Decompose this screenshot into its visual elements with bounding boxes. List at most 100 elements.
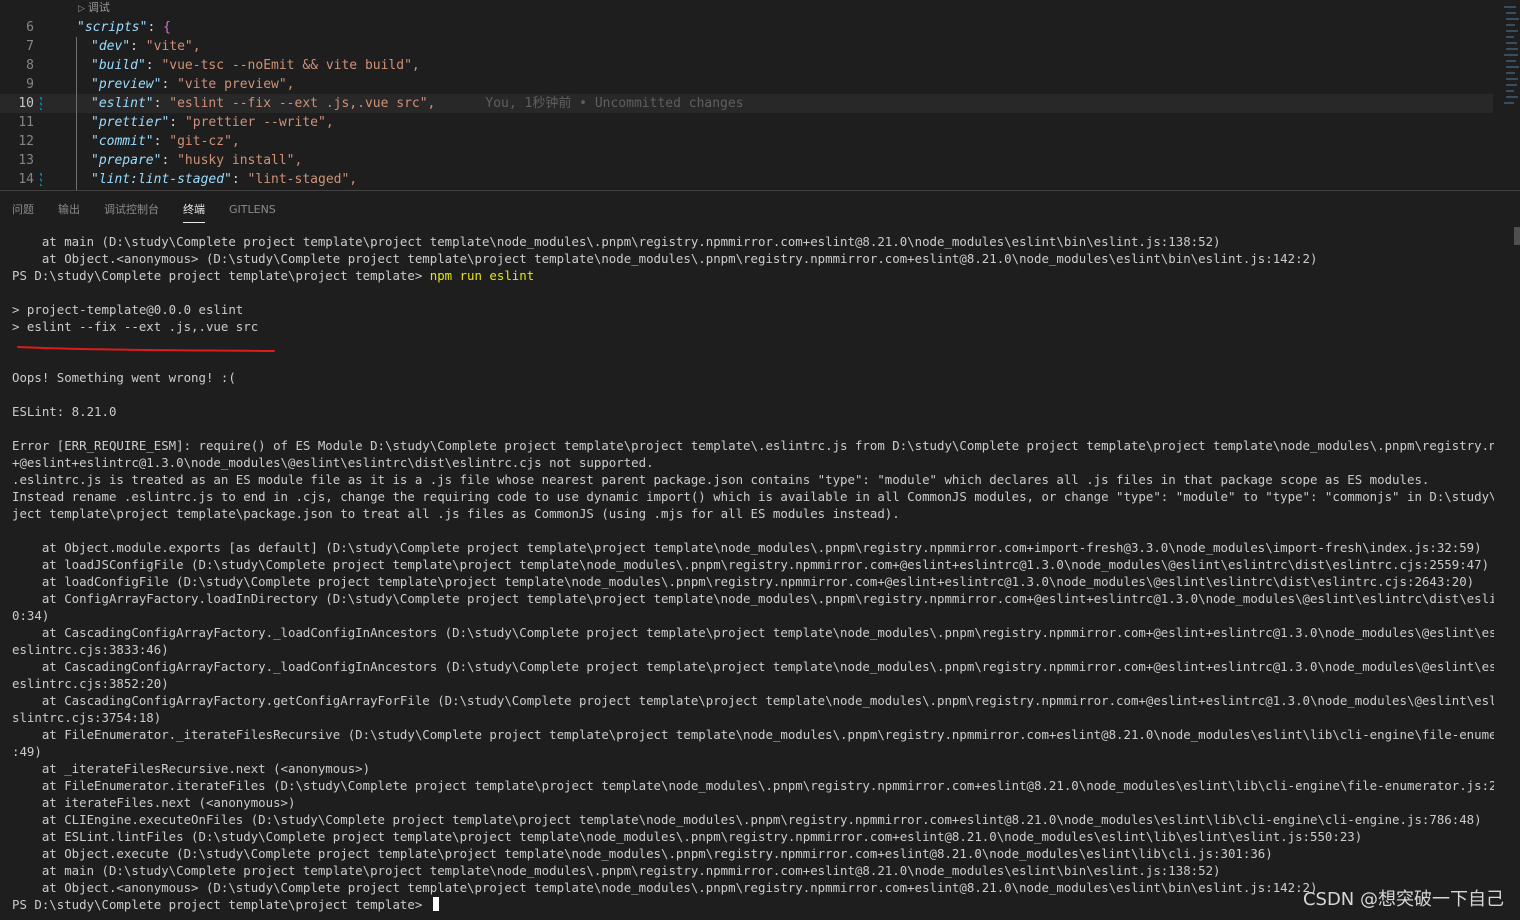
json-key: "build" xyxy=(91,58,146,73)
terminal-line: slintrc.cjs:3754:18) xyxy=(12,709,1494,726)
terminal-line: at ConfigArrayFactory.loadInDirectory (D… xyxy=(12,590,1494,607)
json-value: "prettier --write", xyxy=(184,115,334,130)
terminal-line-text: at main (D:\study\Complete project templ… xyxy=(12,234,1221,249)
terminal-line: eslintrc.cjs:3833:46) xyxy=(12,641,1494,658)
json-key: "eslint" xyxy=(91,96,154,111)
code-line[interactable]: 12 "commit": "git-cz", xyxy=(0,132,1493,151)
terminal-line-text: at main (D:\study\Complete project templ… xyxy=(12,863,1221,878)
terminal-line-text: Oops! Something went wrong! :( xyxy=(12,370,236,385)
terminal-line: at main (D:\study\Complete project templ… xyxy=(12,233,1494,250)
bottom-panel: 问题 输出 调试控制台 终端 GITLENS at main (D:\study… xyxy=(0,190,1520,920)
terminal-line: ject template\project template\package.j… xyxy=(12,505,1494,522)
terminal-line-text: eslintrc.cjs:3833:46) xyxy=(12,642,169,657)
git-change-marker xyxy=(40,173,42,186)
code-text: "commit": "git-cz", xyxy=(91,132,240,151)
line-number: 14 xyxy=(18,172,34,187)
line-number: 6 xyxy=(26,20,34,35)
code-line[interactable]: 6 "scripts": { xyxy=(0,18,1493,37)
code-text: "eslint": "eslint --fix --ext .js,.vue s… xyxy=(91,94,744,113)
terminal-output[interactable]: at main (D:\study\Complete project templ… xyxy=(12,233,1494,913)
tab-debug-console[interactable]: 调试控制台 xyxy=(104,191,159,223)
json-key: "lint:lint-staged" xyxy=(91,172,232,187)
code-text: "lint:lint-staged": "lint-staged", xyxy=(91,170,357,189)
terminal-line: at iterateFiles.next (<anonymous>) xyxy=(12,794,1494,811)
terminal-line: PS D:\study\Complete project template\pr… xyxy=(12,896,1494,913)
json-value: "husky install", xyxy=(177,153,303,168)
terminal-line-text: slintrc.cjs:3754:18) xyxy=(12,710,162,725)
code-editor[interactable]: ▷ 调试 6 "scripts": {7 "dev": "vite", 8 "build"… xyxy=(0,0,1520,190)
terminal-line-text: eslintrc.cjs:3852:20) xyxy=(12,676,169,691)
code-line[interactable]: 8 "build": "vue-tsc --noEmit && vite buil… xyxy=(0,56,1493,75)
code-line[interactable]: 13 "prepare": "husky install", xyxy=(0,151,1493,170)
tab-output[interactable]: 输出 xyxy=(58,191,80,223)
terminal-line: at Object.module.exports [as default] (D… xyxy=(12,539,1494,556)
terminal-line-text: Instead rename .eslintrc.js to end in .c… xyxy=(12,489,1494,504)
terminal-line: Instead rename .eslintrc.js to end in .c… xyxy=(12,488,1494,505)
line-number: 11 xyxy=(18,115,34,130)
code-line[interactable]: 7 "dev": "vite", xyxy=(0,37,1493,56)
terminal-line-text: > project-template@0.0.0 eslint xyxy=(12,302,244,317)
red-underline-annotation xyxy=(17,346,275,352)
terminal-line: at CLIEngine.executeOnFiles (D:\study\Co… xyxy=(12,811,1494,828)
terminal-scrollbar-thumb[interactable] xyxy=(1514,227,1520,245)
json-separator: : xyxy=(161,153,178,168)
json-value: "vite", xyxy=(145,39,201,54)
terminal-line-text: :49) xyxy=(12,744,42,759)
codelens-debug[interactable]: ▷ 调试 xyxy=(78,0,110,16)
tab-gitlens[interactable]: GITLENS xyxy=(229,191,276,223)
terminal-line-text: +@eslint+eslintrc@1.3.0\node_modules\@es… xyxy=(12,455,654,470)
terminal-line: at Object.<anonymous> (D:\study\Complete… xyxy=(12,879,1494,896)
json-value: { xyxy=(163,20,171,35)
code-line[interactable]: 11 "prettier": "prettier --write", xyxy=(0,113,1493,132)
terminal-line-text: at Object.<anonymous> (D:\study\Complete… xyxy=(12,251,1318,266)
terminal-command: npm run eslint xyxy=(429,268,535,283)
json-value: "vue-tsc --noEmit && vite build", xyxy=(161,58,420,73)
code-line[interactable]: 9 "preview": "vite preview", xyxy=(0,75,1493,94)
terminal-line-text: .eslintrc.js is treated as an ES module … xyxy=(12,472,1430,487)
terminal-line-text: at loadJSConfigFile (D:\study\Complete p… xyxy=(12,557,1490,572)
terminal-line-text: PS D:\study\Complete project template\pr… xyxy=(12,897,430,912)
json-key: "dev" xyxy=(91,39,131,54)
terminal-line: at Object.<anonymous> (D:\study\Complete… xyxy=(12,250,1494,267)
terminal-scrollbar[interactable] xyxy=(1508,227,1520,917)
terminal-line: at loadJSConfigFile (D:\study\Complete p… xyxy=(12,556,1494,573)
json-separator: : xyxy=(130,39,146,54)
code-line[interactable]: 10 "eslint": "eslint --fix --ext .js,.vue… xyxy=(0,94,1493,113)
tab-terminal[interactable]: 终端 xyxy=(183,191,205,223)
terminal-line-text: at _iterateFilesRecursive.next (<anonymo… xyxy=(12,761,371,776)
terminal-line: Error [ERR_REQUIRE_ESM]: require() of ES… xyxy=(12,437,1494,454)
json-value: "vite preview", xyxy=(177,77,295,92)
code-line[interactable]: 14 "lint:lint-staged": "lint-staged", xyxy=(0,170,1493,189)
terminal-line: at _iterateFilesRecursive.next (<anonymo… xyxy=(12,760,1494,777)
panel-tabs: 问题 输出 调试控制台 终端 GITLENS xyxy=(0,191,1520,223)
terminal-line-text: at Object.execute (D:\study\Complete pro… xyxy=(12,846,1273,861)
json-separator: : xyxy=(145,58,162,73)
code-text: "dev": "vite", xyxy=(91,37,201,56)
terminal-line-text: at Object.<anonymous> (D:\study\Complete… xyxy=(12,880,1318,895)
terminal-line: at CascadingConfigArrayFactory._loadConf… xyxy=(12,624,1494,641)
terminal-line: at Object.execute (D:\study\Complete pro… xyxy=(12,845,1494,862)
play-icon: ▷ xyxy=(78,4,85,14)
json-key: "scripts" xyxy=(77,20,148,35)
json-value: "eslint --fix --ext .js,.vue src", xyxy=(169,96,436,111)
json-key: "preview" xyxy=(91,77,162,92)
codelens-label: 调试 xyxy=(87,1,110,14)
terminal-line: at main (D:\study\Complete project templ… xyxy=(12,862,1494,879)
json-value: "git-cz", xyxy=(169,134,240,149)
json-key: "prepare" xyxy=(91,153,162,168)
code-text: "build": "vue-tsc --noEmit && vite build… xyxy=(91,56,420,75)
json-key: "prettier" xyxy=(91,115,170,130)
terminal-line-text: at CascadingConfigArrayFactory._loadConf… xyxy=(12,659,1494,674)
tab-problems[interactable]: 问题 xyxy=(12,191,34,223)
terminal-line-text: at FileEnumerator.iterateFiles (D:\study… xyxy=(12,778,1494,793)
code-text: "prettier": "prettier --write", xyxy=(91,113,334,132)
minimap[interactable] xyxy=(1500,0,1520,120)
json-separator: : xyxy=(169,115,185,130)
terminal-line-text: ESLint: 8.21.0 xyxy=(12,404,117,419)
terminal-line: eslintrc.cjs:3852:20) xyxy=(12,675,1494,692)
git-blame-annotation: You, 1秒钟前 • Uncommitted changes xyxy=(485,96,744,111)
json-value: "lint-staged", xyxy=(247,172,358,187)
